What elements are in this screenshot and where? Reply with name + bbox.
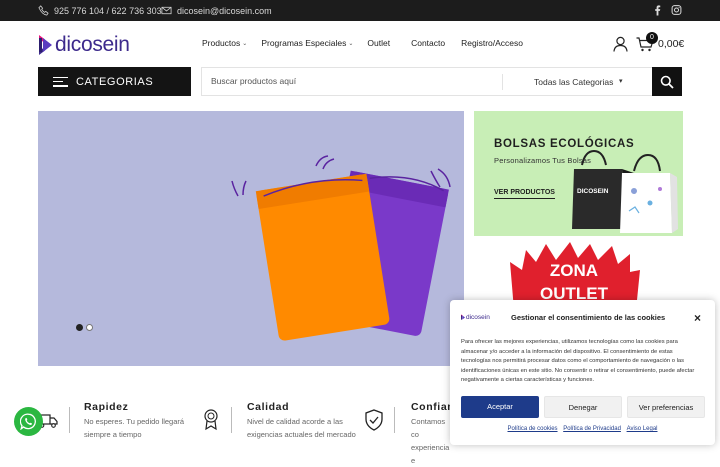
consent-links: Política de cookies Política de Privacid… <box>450 426 715 432</box>
consent-title: Gestionar el consentimiento de las cooki… <box>511 313 666 322</box>
search-bar: Todas las Categorias ▾ <box>201 67 653 96</box>
search-icon <box>660 75 674 89</box>
cart-total[interactable]: 0,00€ <box>658 38 684 50</box>
main-nav: Productos ⌄ Programas Especiales ⌄ Outlet … <box>202 38 537 48</box>
search-divider <box>502 74 503 90</box>
nav-label: Programas Especiales <box>261 38 347 48</box>
eco-bags-banner[interactable]: BOLSAS ECOLÓGICAS Personalizamos Tus Bol… <box>474 111 683 236</box>
instagram-icon[interactable] <box>671 4 682 16</box>
product-pouches-image <box>231 155 451 341</box>
nav-programas-especiales[interactable]: Programas Especiales ⌄ <box>261 38 353 48</box>
logo-mark-icon <box>461 314 465 320</box>
nav-label: Outlet <box>367 38 391 48</box>
whatsapp-icon <box>20 413 36 430</box>
consent-logo-text: dicosein <box>466 314 490 321</box>
top-bar: 925 776 104 / 622 736 303 dicosein@dicos… <box>0 0 720 21</box>
phone-number: 925 776 104 / 622 736 303 <box>54 5 162 16</box>
phone-contact[interactable]: 925 776 104 / 622 736 303 <box>38 5 162 16</box>
caret-down-icon[interactable]: ▾ <box>619 77 623 85</box>
outlet-line-1: ZONA <box>550 261 598 280</box>
eco-bags-image: DICOSEIN <box>572 149 678 233</box>
user-account-icon[interactable] <box>613 36 628 52</box>
feature-title: Calidad <box>247 401 290 413</box>
hamburger-menu-icon <box>53 76 68 87</box>
cookie-consent-dialog: dicosein Gestionar el consentimiento de … <box>450 300 715 445</box>
feature-desc: Contamos co experiencia e <box>411 417 450 465</box>
quality-badge-icon <box>204 409 218 431</box>
feature-desc: No esperes. Tu pedido llegará siempre a … <box>84 417 185 439</box>
facebook-icon[interactable] <box>652 4 663 16</box>
chevron-down-icon: ⌄ <box>242 40 248 47</box>
category-select[interactable]: Todas las Categorias <box>534 77 613 87</box>
nav-label: Contacto <box>411 38 446 48</box>
deny-button[interactable]: Denegar <box>544 396 622 418</box>
logo-text: dicosein <box>55 33 130 56</box>
slider-dot[interactable] <box>86 324 93 331</box>
nav-label: Productos <box>202 38 241 48</box>
email-address: dicosein@dicosein.com <box>177 5 272 16</box>
slider-dot-active[interactable] <box>76 324 83 331</box>
slider-dots <box>76 324 93 331</box>
nav-outlet[interactable]: Outlet <box>367 38 390 48</box>
nav-productos[interactable]: Productos ⌄ <box>202 38 247 48</box>
search-button[interactable] <box>652 67 682 96</box>
hero-slider[interactable] <box>38 111 464 366</box>
phone-icon <box>38 5 49 16</box>
shield-check-icon <box>365 409 383 431</box>
site-header: dicosein Productos ⌄ Programas Especiales… <box>0 21 720 66</box>
feature-desc: Nivel de calidad acorde a las exigencias… <box>247 417 356 439</box>
legal-notice-link[interactable]: Aviso Legal <box>627 426 658 432</box>
close-icon[interactable]: × <box>694 312 701 324</box>
categories-label: CATEGORIAS <box>76 75 154 88</box>
cookie-policy-link[interactable]: Política de cookies <box>508 426 558 432</box>
mail-icon <box>161 6 172 15</box>
search-input[interactable] <box>211 76 501 86</box>
email-contact[interactable]: dicosein@dicosein.com <box>161 5 272 16</box>
site-logo[interactable]: dicosein <box>39 33 130 57</box>
chevron-down-icon: ⌄ <box>348 40 354 47</box>
nav-label: Registro/Acceso <box>461 38 523 48</box>
preferences-button[interactable]: Ver preferencias <box>627 396 705 418</box>
feature-title: Confian <box>411 401 455 413</box>
bag-brand-text: DICOSEIN <box>577 188 609 195</box>
consent-logo: dicosein <box>461 314 490 321</box>
categories-button[interactable]: CATEGORIAS <box>38 67 191 96</box>
nav-contacto[interactable]: Contacto <box>411 38 445 48</box>
accept-button[interactable]: Aceptar <box>461 396 539 418</box>
consent-body: Para ofrecer las mejores experiencias, u… <box>461 339 695 383</box>
whatsapp-button[interactable] <box>14 407 43 436</box>
nav-registro-acceso[interactable]: Registro/Acceso <box>461 38 523 48</box>
cart-count-badge: 0 <box>646 32 658 44</box>
privacy-policy-link[interactable]: Política de Privacidad <box>563 426 621 432</box>
feature-title: Rapidez <box>84 401 129 413</box>
logo-mark-icon <box>39 35 52 55</box>
